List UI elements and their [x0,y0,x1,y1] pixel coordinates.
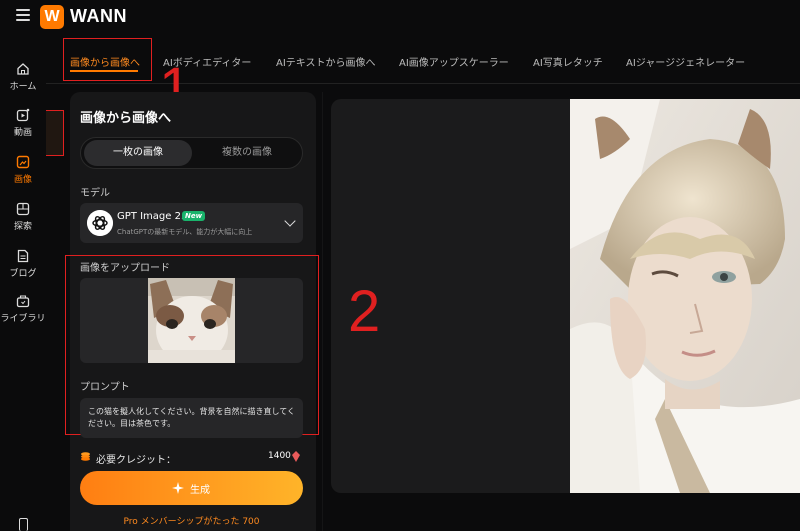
sidebar-item-explore[interactable]: 探索 [0,202,46,242]
model-label: モデル [80,188,110,199]
model-description: ChatGPTの最新モデル、能力が大幅に向上 [117,228,253,236]
app-name[interactable]: WANN [70,6,127,27]
top-bar: W WANN [0,0,800,34]
model-name: GPT Image 2.5 [117,211,191,222]
mode-multiple-button[interactable]: 複数の画像 [194,140,300,166]
tab-ai-jersey-generator[interactable]: AIジャージジェネレーター [626,54,745,69]
sidebar: ホーム 動画 画像 探索 ブログ ライブラリ [0,34,46,531]
sparkle-icon [172,482,184,494]
sidebar-item-label: ブログ [9,269,37,279]
credit-value: 1400 [268,451,291,461]
sidebar-item-home[interactable]: ホーム [0,62,46,102]
sidebar-item-video[interactable]: 動画 [0,108,46,148]
sidebar-item-blog[interactable]: ブログ [0,249,46,289]
model-selector[interactable] [80,203,303,243]
sidebar-item-label: ライブラリ [0,314,46,324]
credit-gem-icon [292,451,300,462]
annotation-box-1 [63,38,152,81]
panel-title: 画像から画像へ [80,111,172,126]
openai-logo-icon [87,210,113,236]
tab-ai-photo-retouch[interactable]: AI写真レタッチ [533,54,603,69]
app-logo[interactable]: W [40,5,64,29]
sidebar-item-label: 画像 [13,175,32,185]
new-badge: New [182,211,206,221]
sidebar-item-label: 動画 [13,128,32,138]
video-icon [16,108,30,122]
library-icon [16,295,30,308]
home-icon [17,63,29,75]
blog-icon [17,249,29,263]
image-icon [16,155,30,169]
upload-label: 画像をアップロード [80,263,170,274]
sidebar-item-image[interactable]: 画像 [0,155,46,195]
tab-ai-upscaler[interactable]: AI画像アップスケーラー [399,54,509,69]
sidebar-item-label: 探索 [13,222,32,232]
explore-icon [16,202,30,216]
coins-icon [81,452,90,461]
generated-portrait-image[interactable] [570,99,800,493]
uploaded-cat-image[interactable] [148,278,235,363]
generate-label: 生成 [190,485,210,496]
credit-label: 必要クレジット： [96,455,176,466]
annotation-number-2: 2 [348,279,381,344]
sidebar-item-label: ホーム [9,82,37,92]
pro-membership-link[interactable]: Pro メンバーシップがたった 700 [0,514,383,527]
menu-icon[interactable] [16,9,30,21]
prompt-text: この猫を擬人化してください。背景を自然に描き直してください。目は茶色です。 [88,407,296,428]
tab-ai-text-to-image[interactable]: AIテキストから画像へ [276,54,376,69]
prompt-label: プロンプト [80,382,130,393]
panel-divider [322,92,323,531]
pro-membership-text: Pro メンバーシップがたった 700 [123,517,260,527]
mode-single-button[interactable]: 一枚の画像 [84,140,192,166]
sidebar-item-library[interactable]: ライブラリ [0,294,46,334]
